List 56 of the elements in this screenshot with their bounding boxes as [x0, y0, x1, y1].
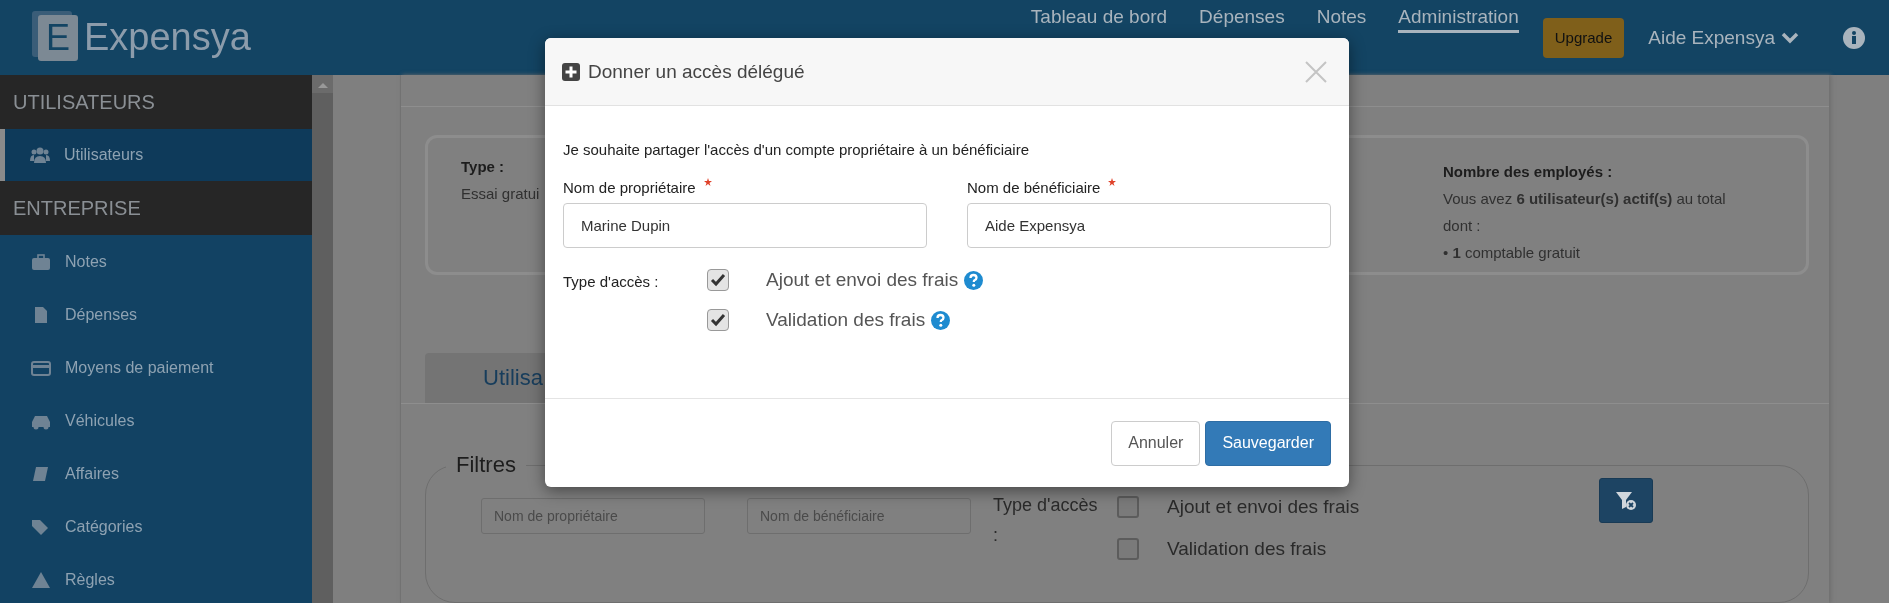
- access-type-label: Type d'accès :: [993, 494, 1099, 547]
- warning-icon: [31, 570, 51, 589]
- nav-link[interactable]: Notes: [1316, 6, 1367, 33]
- tags-icon: [31, 517, 51, 536]
- text-field[interactable]: Aide Expensya: [967, 203, 1331, 248]
- sidebar-item[interactable]: Utilisateurs: [0, 129, 312, 181]
- scrollbar[interactable]: [312, 75, 333, 603]
- sidebar-item[interactable]: Dépenses: [0, 288, 312, 341]
- sidebar-item[interactable]: Affaires: [0, 447, 312, 500]
- employees-text: Vous avez 6 utilisateur(s) actif(s) au total dont :: [1443, 189, 1727, 236]
- type-value: Essai gratui: [461, 185, 540, 202]
- checkbox-label: Validation des frais: [1167, 538, 1327, 560]
- checkbox[interactable]: [1117, 496, 1139, 518]
- sidebar-item[interactable]: Catégories: [0, 500, 312, 553]
- checkbox[interactable]: [707, 309, 729, 331]
- checkbox-label: Validation des frais: [766, 309, 926, 331]
- nav-link[interactable]: Tableau de bord: [1030, 6, 1168, 33]
- cancel-button[interactable]: Annuler: [1111, 420, 1201, 466]
- user-menu[interactable]: Aide Expensya: [1648, 26, 1799, 49]
- upgrade-button[interactable]: Upgrade: [1542, 17, 1625, 58]
- filter-clear-icon: [1615, 490, 1638, 511]
- checkbox[interactable]: [1117, 538, 1139, 560]
- checkbox-label: Ajout et envoi des frais: [1167, 496, 1360, 518]
- plus-square-icon: [562, 62, 580, 81]
- info-icon[interactable]: [1843, 26, 1865, 49]
- type-label: Type :: [461, 158, 506, 175]
- help-icon[interactable]: [931, 310, 951, 330]
- save-button[interactable]: Sauvegarder: [1205, 420, 1331, 466]
- sidebar-item[interactable]: Règles: [0, 553, 312, 603]
- access-type-label: Type d'accès :: [563, 273, 660, 292]
- briefcase-icon: [31, 252, 51, 271]
- card-icon: [31, 358, 51, 377]
- sidebar-section-title: ENTREPRISE: [0, 181, 312, 235]
- dialog-intro: Je souhaite partager l'accès d'un compte propriétaire à un bénéficiaire: [563, 141, 1030, 158]
- clear-filter-button[interactable]: [1599, 478, 1654, 523]
- checkbox[interactable]: [707, 269, 729, 291]
- text-field[interactable]: Marine Dupin: [563, 203, 927, 248]
- field-label: Nom de propriétaire: [563, 179, 696, 196]
- sidebar-section-title: UTILISATEURS: [0, 75, 312, 129]
- help-icon[interactable]: [964, 270, 984, 290]
- nav-link[interactable]: Administration: [1398, 6, 1519, 33]
- logo-text: Expensya: [84, 16, 251, 59]
- users-icon: [30, 146, 50, 164]
- sidebar-item[interactable]: Moyens de paiement: [0, 341, 312, 394]
- scroll-up-icon[interactable]: [316, 81, 329, 89]
- book-icon: [31, 464, 51, 483]
- filters-legend: Filtres: [446, 452, 526, 478]
- field-label: Nom de bénéficiaire: [967, 179, 1101, 196]
- sidebar-item[interactable]: Véhicules: [0, 394, 312, 447]
- chevron-down-icon: [1781, 31, 1799, 44]
- checkbox-label: Ajout et envoi des frais: [766, 269, 959, 291]
- nav-link[interactable]: Dépenses: [1199, 6, 1285, 33]
- dialog-title: Donner un accès délégué: [588, 60, 805, 83]
- sidebar-item[interactable]: Notes: [0, 235, 312, 288]
- accountant-text: • 1 comptable gratuit: [1443, 243, 1581, 263]
- employees-label: Nombre des employés :: [1443, 162, 1614, 182]
